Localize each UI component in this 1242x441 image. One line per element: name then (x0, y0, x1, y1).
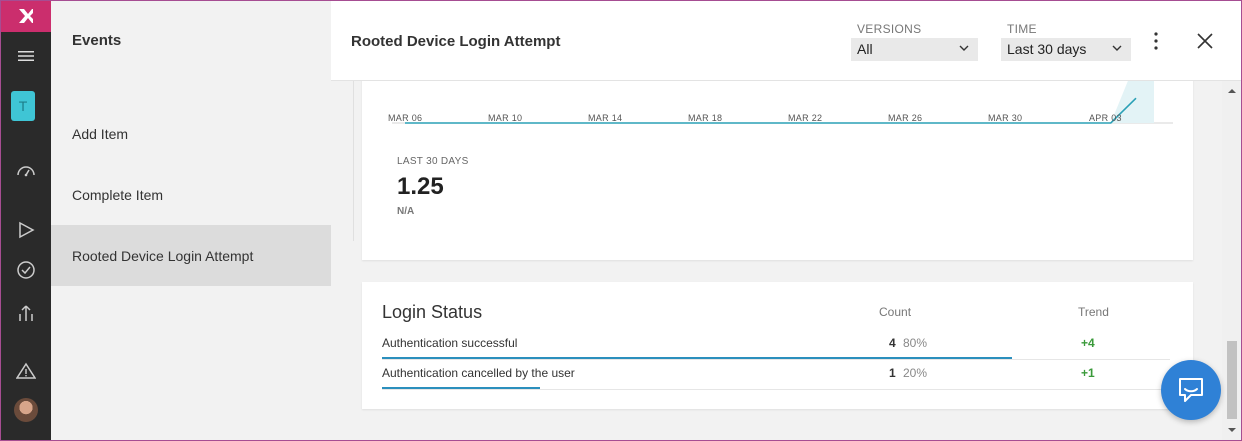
app-tile[interactable]: T (11, 91, 35, 121)
x-tick-label: MAR 26 (888, 113, 923, 123)
user-avatar[interactable] (14, 398, 38, 422)
row-trend: +4 (1081, 336, 1095, 350)
row-count: 1 (889, 366, 896, 380)
chevron-down-icon (1112, 45, 1122, 51)
x-tick-label: MAR 18 (688, 113, 723, 123)
chart-card: MAR 06 MAR 10 MAR 14 MAR 18 MAR 22 MAR 2… (353, 81, 1193, 260)
trend-column-header: Trend (1078, 305, 1109, 319)
login-status-card: Login Status Count Trend Authentication … (362, 282, 1193, 409)
chat-button[interactable] (1161, 360, 1221, 420)
event-item-label: Complete Item (72, 186, 164, 203)
distribute-icon (18, 305, 33, 321)
versions-label: VERSIONS (857, 22, 922, 36)
events-panel: Events Add Item Complete Item Rooted Dev… (51, 0, 331, 441)
x-tick-label: MAR 14 (588, 113, 623, 123)
kpi-label: LAST 30 DAYS (397, 156, 469, 167)
x-tick-label: MAR 06 (388, 113, 423, 123)
x-tick-label: APR 03 (1089, 113, 1122, 123)
table-row[interactable]: Authentication cancelled by the user 1 2… (382, 360, 1170, 390)
versions-select-value: All (857, 41, 873, 57)
time-select[interactable]: Last 30 days (1001, 38, 1131, 61)
app-logo[interactable] (0, 0, 51, 32)
event-item-label: Rooted Device Login Attempt (72, 247, 254, 264)
row-count: 4 (889, 336, 896, 350)
events-header: Events (51, 0, 331, 80)
time-label: TIME (1007, 22, 1037, 36)
event-item-rooted-device-login-attempt[interactable]: Rooted Device Login Attempt (51, 225, 331, 286)
distribute-nav-button[interactable] (0, 296, 51, 328)
row-percent: 80% (903, 336, 928, 350)
chevron-down-icon (959, 45, 969, 51)
row-name: Authentication successful (382, 336, 518, 350)
kpi-value: 1.25 (397, 173, 444, 200)
count-column-header: Count (879, 305, 912, 319)
detail-header: Rooted Device Login Attempt VERSIONS All… (331, 0, 1242, 81)
dashboard-nav-button[interactable] (0, 154, 51, 186)
scroll-up-arrow-icon[interactable] (1222, 85, 1242, 97)
more-options-button[interactable] (1146, 29, 1166, 53)
versions-select[interactable]: All (851, 38, 978, 61)
event-item-label: Add Item (72, 125, 129, 142)
time-select-value: Last 30 days (1007, 41, 1087, 57)
row-name: Authentication cancelled by the user (382, 366, 575, 380)
row-share-bar (382, 357, 1013, 359)
scrollbar-thumb[interactable] (1227, 341, 1237, 419)
close-button[interactable] (1193, 29, 1217, 53)
app-tile-letter: T (18, 98, 28, 114)
x-tick-label: MAR 30 (988, 113, 1023, 123)
row-share-bar (382, 387, 540, 389)
line-chart (392, 81, 1173, 124)
row-trend: +1 (1081, 366, 1095, 380)
table-row[interactable]: Authentication successful 4 80% +4 (382, 330, 1170, 360)
content-area: MAR 06 MAR 10 MAR 14 MAR 18 MAR 22 MAR 2… (331, 81, 1222, 441)
test-nav-button[interactable] (0, 254, 51, 286)
vertical-scrollbar[interactable] (1222, 81, 1242, 440)
row-percent: 20% (903, 366, 928, 380)
event-item-add-item[interactable]: Add Item (51, 103, 331, 164)
gauge-icon (16, 166, 35, 177)
app-rail: T (0, 0, 51, 441)
page-title: Rooted Device Login Attempt (351, 33, 561, 50)
play-icon (18, 221, 35, 239)
scroll-down-arrow-icon[interactable] (1222, 424, 1242, 436)
more-vertical-icon (1154, 32, 1158, 50)
check-circle-icon (16, 261, 35, 279)
chat-icon (1179, 378, 1203, 402)
close-icon (1197, 33, 1213, 49)
build-nav-button[interactable] (0, 214, 51, 246)
card-divider (353, 81, 354, 241)
event-item-complete-item[interactable]: Complete Item (51, 164, 331, 225)
hamburger-menu-button[interactable] (0, 40, 51, 72)
kpi-subtext: N/A (397, 206, 415, 217)
logo-icon (18, 9, 33, 23)
x-tick-label: MAR 22 (788, 113, 823, 123)
hamburger-icon (17, 51, 34, 61)
login-status-title: Login Status (382, 302, 483, 322)
x-tick-label: MAR 10 (488, 113, 523, 123)
warning-icon (15, 362, 36, 379)
diagnostics-nav-button[interactable] (0, 355, 51, 387)
